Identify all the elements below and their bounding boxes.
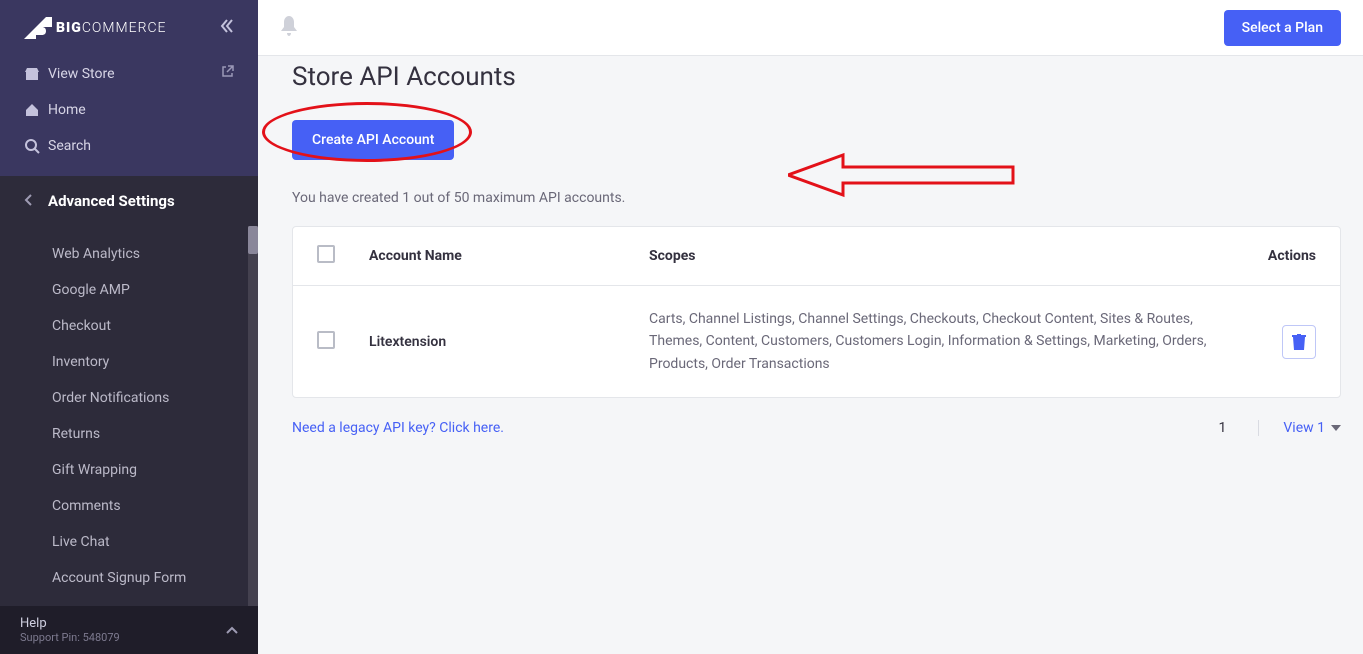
topbar: Select a Plan — [258, 0, 1363, 56]
storefront-icon — [24, 66, 48, 82]
row-checkbox[interactable] — [317, 331, 335, 349]
sidebar-label-search: Search — [48, 138, 91, 154]
chevron-left-icon — [24, 192, 48, 210]
bell-icon[interactable] — [280, 16, 298, 40]
select-all-checkbox[interactable] — [317, 245, 335, 263]
sidebar-sub-inventory[interactable]: Inventory — [0, 344, 258, 380]
scopes-cell: Carts, Channel Listings, Channel Setting… — [649, 308, 1256, 375]
accounts-count-text: You have created 1 out of 50 maximum API… — [292, 190, 1341, 206]
bigcommerce-logo-icon — [24, 17, 52, 39]
search-icon — [24, 138, 48, 154]
page-content: Store API Accounts Create API Account Yo… — [258, 56, 1363, 462]
sidebar-collapse-icon[interactable] — [218, 18, 234, 38]
sidebar: BIGCOMMERCE View Store Home S — [0, 0, 258, 654]
sidebar-scrollbar-track[interactable] — [248, 226, 258, 606]
sidebar-section-advanced-settings[interactable]: Advanced Settings — [0, 176, 258, 226]
caret-down-icon — [1331, 425, 1341, 431]
logo-row: BIGCOMMERCE — [0, 0, 258, 55]
sidebar-sub-google-amp[interactable]: Google AMP — [0, 272, 258, 308]
help-label: Help — [20, 616, 120, 631]
home-icon — [24, 102, 48, 118]
sidebar-sub-gift-wrapping[interactable]: Gift Wrapping — [0, 452, 258, 488]
table-header-row: Account Name Scopes Actions — [293, 227, 1340, 285]
sidebar-sub-list[interactable]: Web Analytics Google AMP Checkout Invent… — [0, 226, 258, 606]
sidebar-help[interactable]: Help Support Pin: 548079 — [0, 606, 258, 654]
view-count-selector[interactable]: View 1 — [1258, 420, 1341, 436]
page-title: Store API Accounts — [292, 62, 1341, 92]
table-row: Litextension Carts, Channel Listings, Ch… — [293, 285, 1340, 397]
sidebar-label-home: Home — [48, 102, 86, 118]
select-plan-button[interactable]: Select a Plan — [1224, 10, 1341, 46]
header-actions: Actions — [1256, 248, 1316, 264]
sidebar-item-search[interactable]: Search — [0, 128, 258, 164]
account-name-cell: Litextension — [369, 334, 649, 350]
sidebar-sub-live-chat[interactable]: Live Chat — [0, 524, 258, 560]
sidebar-scrollbar-thumb[interactable] — [248, 226, 258, 254]
sidebar-sub-web-analytics[interactable]: Web Analytics — [0, 236, 258, 272]
brand-logo: BIGCOMMERCE — [24, 17, 167, 39]
legacy-api-link[interactable]: Need a legacy API key? Click here. — [292, 420, 504, 436]
brand-name-right: COMMERCE — [82, 20, 167, 36]
sidebar-sub-account-signup-form[interactable]: Account Signup Form — [0, 560, 258, 596]
view-count-label: View 1 — [1283, 420, 1325, 436]
sidebar-sub-checkout[interactable]: Checkout — [0, 308, 258, 344]
sidebar-sub-order-notifications[interactable]: Order Notifications — [0, 380, 258, 416]
chevron-up-icon — [226, 621, 238, 640]
header-scopes: Scopes — [649, 248, 1256, 264]
main-area: Select a Plan Store API Accounts Create … — [258, 0, 1363, 654]
api-accounts-table: Account Name Scopes Actions Litextension… — [292, 226, 1341, 398]
sidebar-section-title: Advanced Settings — [48, 192, 175, 210]
delete-account-button[interactable] — [1282, 325, 1316, 359]
sidebar-label-view-store: View Store — [48, 66, 115, 82]
trash-icon — [1292, 334, 1306, 350]
header-account-name: Account Name — [369, 248, 649, 264]
external-link-icon — [221, 65, 234, 82]
sidebar-sub-returns[interactable]: Returns — [0, 416, 258, 452]
table-footer: Need a legacy API key? Click here. 1 Vie… — [292, 416, 1341, 440]
support-pin: Support Pin: 548079 — [20, 631, 120, 644]
sidebar-sub-comments[interactable]: Comments — [0, 488, 258, 524]
pagination: 1 View 1 — [1211, 416, 1341, 440]
sidebar-item-view-store[interactable]: View Store — [0, 55, 258, 92]
brand-name-left: BIG — [56, 20, 82, 36]
sidebar-item-home[interactable]: Home — [0, 92, 258, 128]
sidebar-top-nav: View Store Home Search — [0, 55, 258, 176]
create-api-account-button[interactable]: Create API Account — [292, 120, 454, 160]
page-number: 1 — [1211, 416, 1235, 440]
